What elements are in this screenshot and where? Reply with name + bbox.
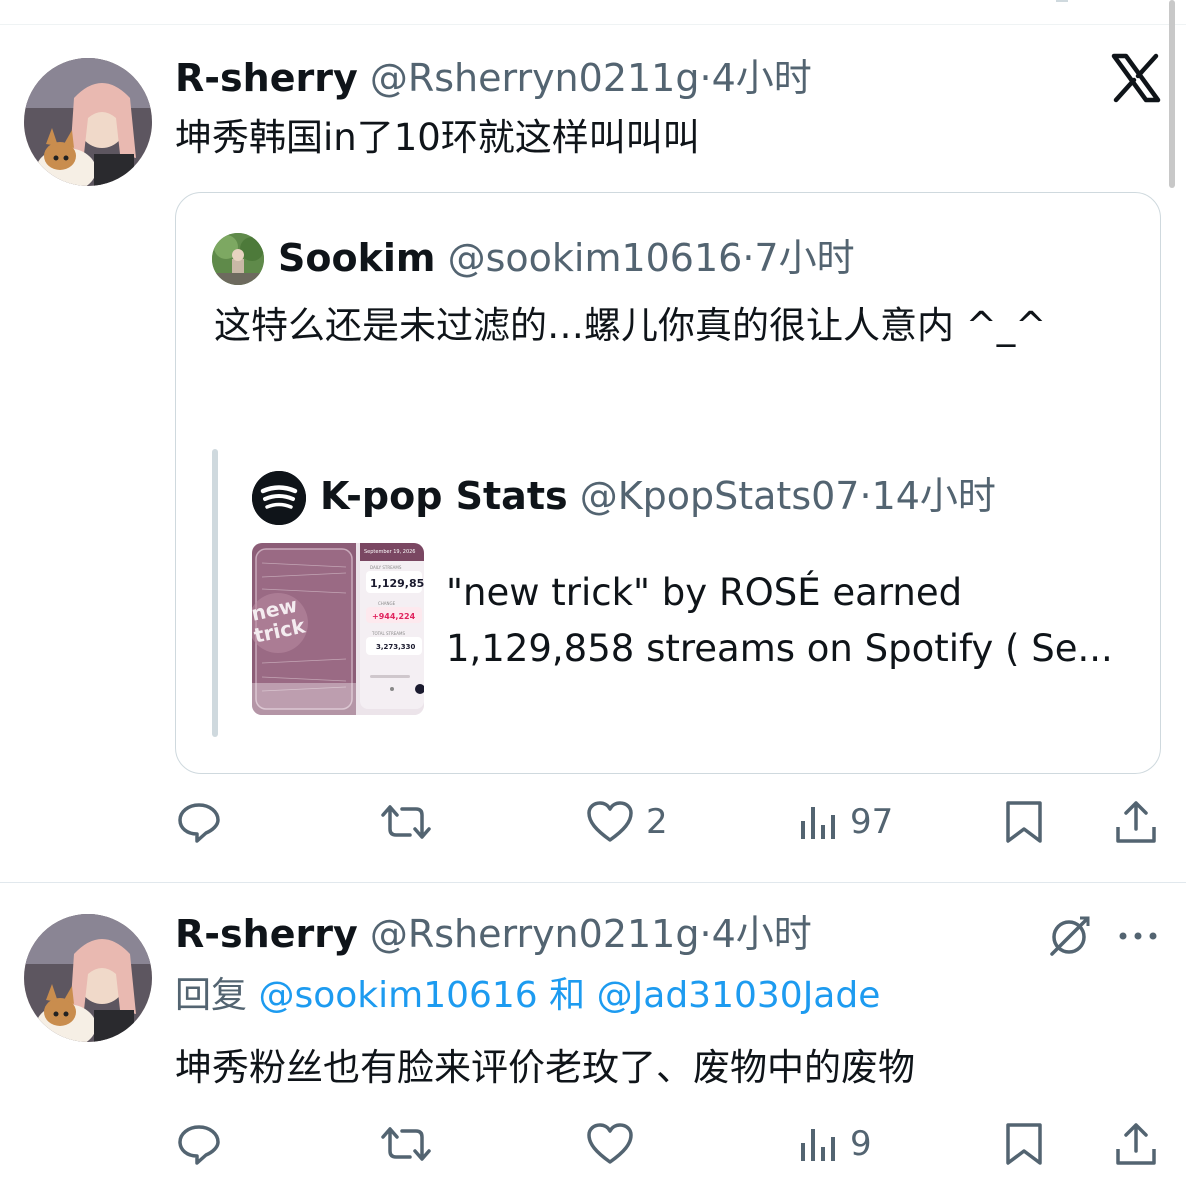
like-count: 2	[646, 802, 668, 842]
reply-prefix: 回复	[175, 975, 248, 1016]
retweet-icon	[380, 1121, 432, 1167]
nested-timestamp[interactable]: ·14小时	[860, 474, 996, 518]
avatar[interactable]	[24, 914, 152, 1042]
retweet-button[interactable]	[380, 1114, 432, 1174]
tweet-header: R-sherry @Rsherryn0211g·4小时	[175, 54, 812, 102]
grok-icon[interactable]	[1046, 914, 1092, 964]
quote-handle[interactable]: @sookim10616	[448, 236, 743, 280]
handle[interactable]: @Rsherryn0211g	[370, 912, 700, 956]
views-icon	[798, 1121, 838, 1167]
action-bar: 2 97	[0, 792, 1186, 852]
reply-icon	[176, 1121, 222, 1167]
retweet-icon	[380, 799, 432, 845]
quote-header: Sookim @sookim10616·7小时	[278, 233, 855, 283]
media-thumbnail[interactable]: new trick September 19, 2026 DAILY STREA…	[252, 543, 424, 715]
nested-quote-bar	[212, 449, 218, 737]
nested-display-name[interactable]: K-pop Stats	[320, 474, 568, 518]
quote-tweet[interactable]: Sookim @sookim10616·7小时 这特么还是未过滤的…螺儿你真的很…	[175, 192, 1161, 774]
display-name[interactable]: R-sherry	[175, 912, 358, 956]
more-icon[interactable]	[1118, 928, 1158, 948]
tweet-header: R-sherry @Rsherryn0211g·4小时	[175, 910, 812, 958]
tweet-text: 坤秀韩国in了10环就这样叫叫叫	[175, 116, 700, 159]
reply-button[interactable]	[176, 1114, 222, 1174]
nested-handle[interactable]: @KpopStats07	[580, 474, 860, 518]
quote-timestamp[interactable]: ·7小时	[742, 236, 854, 280]
action-bar: 9	[0, 1114, 1186, 1174]
quote-display-name[interactable]: Sookim	[278, 236, 435, 280]
thumb-total-label: TOTAL STREAMS	[371, 631, 405, 636]
tweet-text: 坤秀粉丝也有脸来评价老玫了、废物中的废物	[175, 1046, 915, 1089]
share-icon	[1114, 1121, 1158, 1167]
thumb-date: September 19, 2026	[364, 549, 416, 555]
nested-text-line1: "new trick" by ROSÉ earned	[446, 571, 963, 614]
view-count: 97	[850, 802, 894, 842]
quote-text: 这特么还是未过滤的…螺儿你真的很让人意内 ^_^	[214, 304, 1047, 347]
views-button[interactable]: 97	[798, 792, 893, 852]
like-button[interactable]: 2	[586, 792, 668, 852]
heart-icon	[586, 799, 634, 845]
share-icon	[1114, 799, 1158, 845]
avatar[interactable]	[24, 58, 152, 186]
tweet-divider	[0, 882, 1186, 883]
heart-icon	[586, 1121, 634, 1167]
views-icon	[798, 799, 838, 845]
quote-avatar[interactable]	[212, 233, 264, 285]
thumb-change-value: +944,224	[372, 612, 416, 621]
thumb-total-value: 3,273,330	[376, 643, 416, 651]
spotify-avatar-icon[interactable]	[252, 471, 306, 525]
timestamp[interactable]: ·4小时	[699, 912, 811, 956]
views-button[interactable]: 9	[798, 1114, 872, 1174]
share-button[interactable]	[1114, 1114, 1158, 1174]
reply-button[interactable]	[176, 792, 222, 852]
reply-and: 和	[549, 975, 586, 1016]
reply-icon	[176, 799, 222, 845]
bookmark-button[interactable]	[1004, 792, 1044, 852]
mention-link[interactable]: @sookim10616	[258, 975, 537, 1016]
nested-text-line2: 1,129,858 streams on Spotify ( Se...	[446, 627, 1113, 670]
thumb-change-label: CHANGE	[378, 601, 396, 606]
bookmark-button[interactable]	[1004, 1114, 1044, 1174]
nested-text: "new trick" by ROSÉ earned 1,129,858 str…	[446, 565, 1136, 677]
reply-context: 回复 @sookim10616 和 @Jad31030Jade	[175, 972, 880, 1020]
tweet[interactable]: R-sherry @Rsherryn0211g·4小时 回复 @sookim10…	[0, 884, 1186, 1200]
thumb-daily-label: DAILY STREAMS	[370, 565, 402, 570]
timestamp[interactable]: ·4小时	[699, 56, 811, 100]
display-name[interactable]: R-sherry	[175, 56, 358, 100]
mention-link[interactable]: @Jad31030Jade	[597, 975, 881, 1016]
thumb-daily-value: 1,129,85	[370, 577, 424, 590]
bookmark-icon	[1004, 1121, 1044, 1167]
view-count: 9	[850, 1124, 872, 1164]
x-logo-icon[interactable]	[1110, 52, 1162, 104]
like-button[interactable]	[586, 1114, 634, 1174]
retweet-button[interactable]	[380, 792, 432, 852]
tweet[interactable]: R-sherry @Rsherryn0211g·4小时 坤秀韩国in了10环就这…	[0, 0, 1186, 880]
share-button[interactable]	[1114, 792, 1158, 852]
handle[interactable]: @Rsherryn0211g	[370, 56, 700, 100]
nested-header: K-pop Stats @KpopStats07·14小时	[320, 471, 996, 521]
bookmark-icon	[1004, 799, 1044, 845]
